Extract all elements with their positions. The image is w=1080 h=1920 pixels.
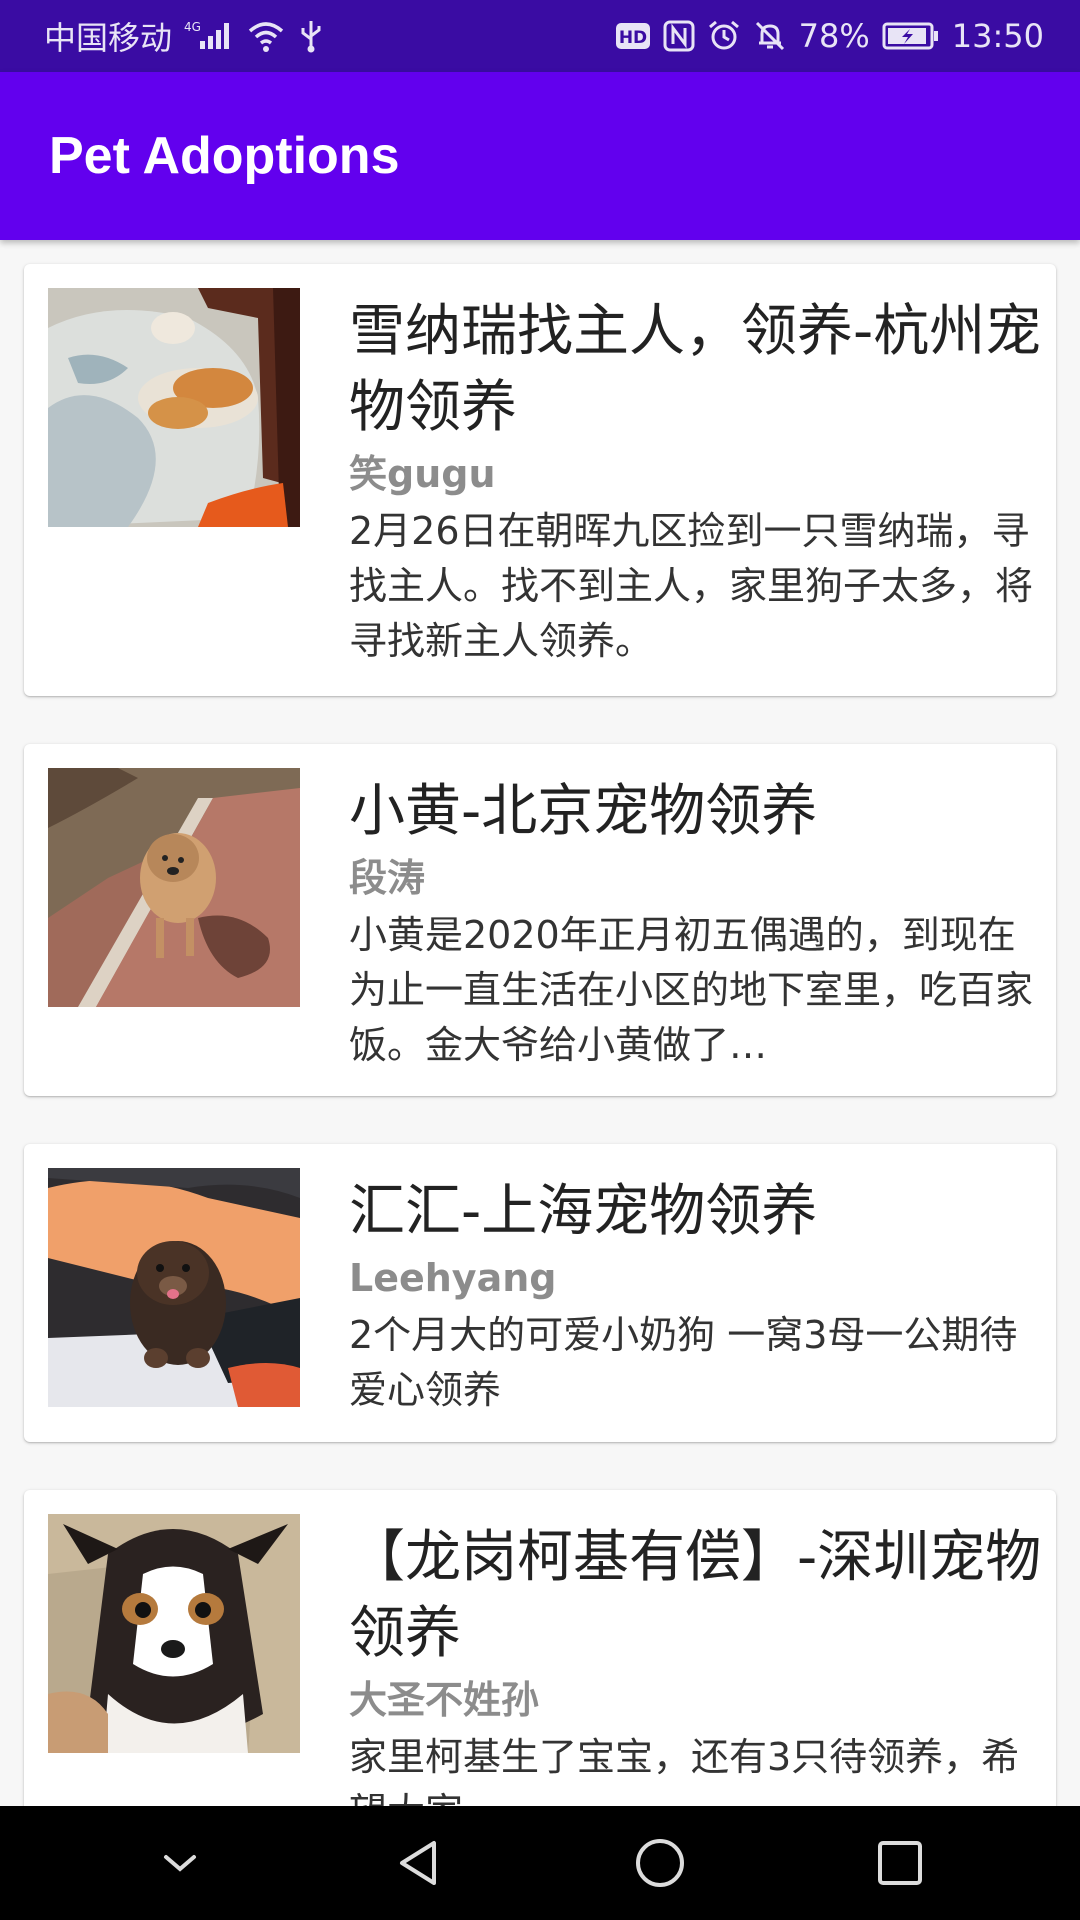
pet-photo xyxy=(48,1168,300,1407)
wifi-icon xyxy=(246,19,286,53)
pet-info: 【龙岗柯基有偿】-深圳宠物领养 大圣不姓孙 家里柯基生了宝宝，还有3只待领养，希… xyxy=(349,1520,1049,1806)
pet-title: 小黄-北京宠物领养 xyxy=(349,779,818,844)
pet-info: 小黄-北京宠物领养 段涛 小黄是2020年正月初五偶遇的，到现在为止一直生活在小… xyxy=(349,774,1049,1073)
network-type: 4G xyxy=(184,20,201,34)
carrier-name: 中国移动 xyxy=(44,19,173,57)
home-icon[interactable] xyxy=(620,1823,700,1903)
usb-icon xyxy=(298,19,324,53)
pet-author: 段涛 xyxy=(349,856,426,900)
battery-percent: 78% xyxy=(798,17,870,55)
pet-description: 小黄是2020年正月初五偶遇的，到现在为止一直生活在小区的地下室里，吃百家饭。金… xyxy=(349,913,1034,1067)
pet-title: 【龙岗柯基有偿】-深圳宠物领养 xyxy=(349,1525,1042,1666)
app-title: Pet Adoptions xyxy=(49,127,400,185)
app-bar: Pet Adoptions xyxy=(0,72,1080,240)
pet-author: 笑gugu xyxy=(349,452,496,496)
battery-icon xyxy=(882,21,940,51)
status-bar: 中国移动 4G HD 78% 13:50 xyxy=(0,0,1080,72)
alarm-icon xyxy=(707,19,741,53)
pet-photo xyxy=(48,288,300,527)
pet-author: 大圣不姓孙 xyxy=(349,1678,540,1722)
pet-card[interactable]: 小黄-北京宠物领养 段涛 小黄是2020年正月初五偶遇的，到现在为止一直生活在小… xyxy=(24,744,1056,1096)
pet-author: Leehyang xyxy=(349,1256,557,1300)
pet-photo xyxy=(48,768,300,1007)
mute-icon xyxy=(753,19,787,53)
pet-info: 汇汇-上海宠物领养 Leehyang 2个月大的可爱小奶狗 一窝3母一公期待爱心… xyxy=(349,1174,1049,1418)
pet-card[interactable]: 【龙岗柯基有偿】-深圳宠物领养 大圣不姓孙 家里柯基生了宝宝，还有3只待领养，希… xyxy=(24,1490,1056,1806)
pet-card[interactable]: 汇汇-上海宠物领养 Leehyang 2个月大的可爱小奶狗 一窝3母一公期待爱心… xyxy=(24,1144,1056,1442)
pet-description: 2月26日在朝晖九区捡到一只雪纳瑞，寻找主人。找不到主人，家里狗子太多，将寻找新… xyxy=(349,509,1034,663)
pet-title: 雪纳瑞找主人，领养-杭州宠物领养 xyxy=(349,299,1042,440)
pet-title: 汇汇-上海宠物领养 xyxy=(349,1179,818,1244)
collapse-icon[interactable] xyxy=(140,1823,220,1903)
pet-description: 家里柯基生了宝宝，还有3只待领养，希望大家… xyxy=(349,1735,1020,1806)
hd-icon: HD xyxy=(615,21,651,51)
pet-info: 雪纳瑞找主人，领养-杭州宠物领养 笑gugu 2月26日在朝晖九区捡到一只雪纳瑞… xyxy=(349,294,1049,669)
nfc-icon xyxy=(663,20,695,52)
pet-card[interactable]: 雪纳瑞找主人，领养-杭州宠物领养 笑gugu 2月26日在朝晖九区捡到一只雪纳瑞… xyxy=(24,264,1056,696)
signal-icon: 4G xyxy=(184,19,234,53)
clock: 13:50 xyxy=(951,17,1044,55)
pet-list[interactable]: 雪纳瑞找主人，领养-杭州宠物领养 笑gugu 2月26日在朝晖九区捡到一只雪纳瑞… xyxy=(0,240,1080,1806)
recents-icon[interactable] xyxy=(860,1823,940,1903)
navigation-bar xyxy=(0,1806,1080,1920)
pet-photo xyxy=(48,1514,300,1753)
svg-text:HD: HD xyxy=(618,28,646,48)
pet-description: 2个月大的可爱小奶狗 一窝3母一公期待爱心领养 xyxy=(349,1313,1018,1412)
back-icon[interactable] xyxy=(380,1823,460,1903)
